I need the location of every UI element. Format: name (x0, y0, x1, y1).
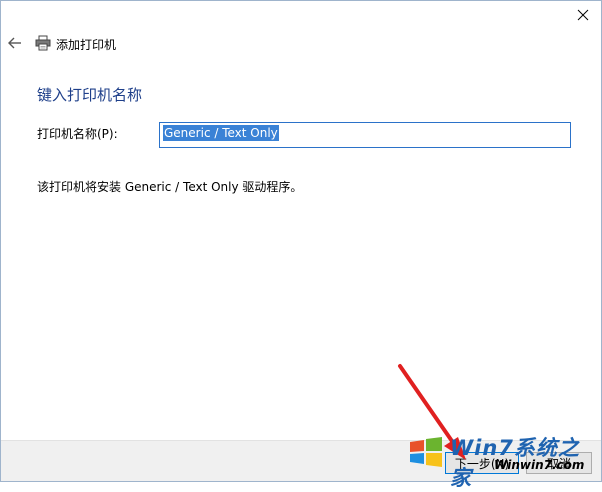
printer-icon (35, 35, 51, 51)
back-button[interactable] (7, 35, 23, 51)
close-icon (577, 9, 589, 21)
watermark-url: Winwin7.com (494, 458, 585, 472)
add-printer-window: 添加打印机 键入打印机名称 打印机名称(P): Generic / Text O… (0, 0, 602, 482)
close-button[interactable] (569, 3, 597, 27)
windows-logo-icon (410, 437, 442, 467)
printer-name-input[interactable]: Generic / Text Only (159, 122, 571, 148)
watermark: Win7系统之家 Winwin7.com (404, 430, 600, 490)
back-arrow-icon (8, 37, 21, 49)
driver-info-text: 该打印机将安装 Generic / Text Only 驱动程序。 (37, 180, 303, 194)
printer-name-value: Generic / Text Only (163, 125, 279, 141)
window-title: 添加打印机 (56, 38, 117, 52)
printer-name-label: 打印机名称(P): (37, 127, 118, 141)
page-heading: 键入打印机名称 (37, 86, 143, 104)
